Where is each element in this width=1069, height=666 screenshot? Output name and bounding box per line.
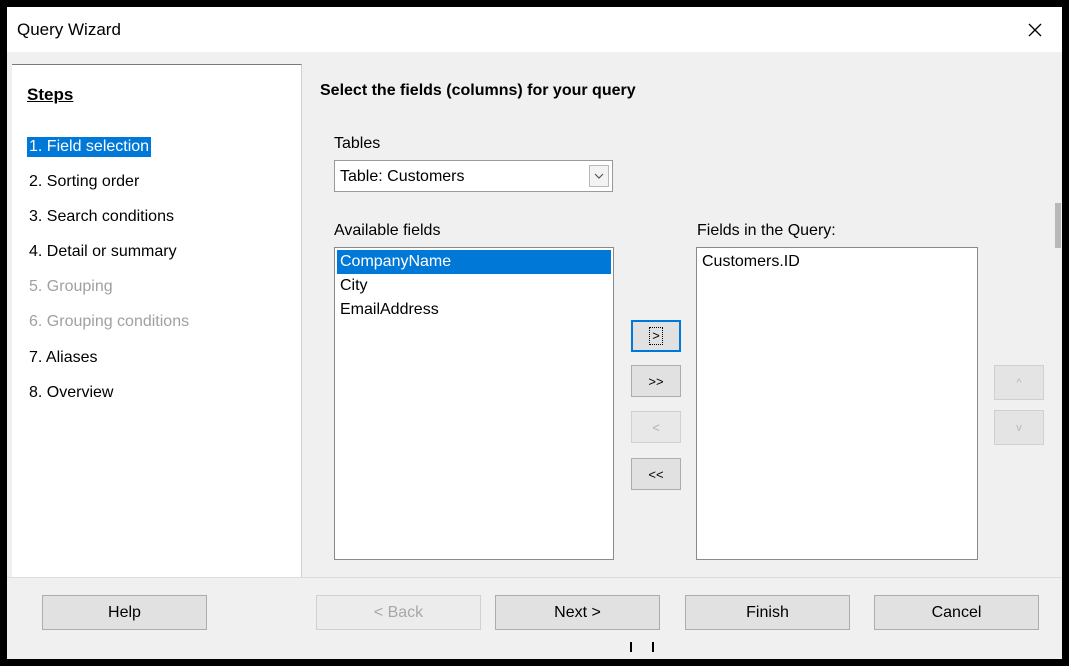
finish-button[interactable]: Finish [685, 595, 850, 630]
add-all-fields-button[interactable]: >> [631, 365, 681, 397]
tables-select-value: Table: Customers [340, 168, 465, 185]
chevron-down-icon[interactable] [589, 165, 609, 187]
query-fields-label: Fields in the Query: [697, 222, 836, 239]
chevron-down-icon: v [1016, 421, 1022, 434]
move-up-button[interactable]: ^ [994, 365, 1044, 400]
steps-title: Steps [27, 85, 74, 104]
available-fields-list[interactable]: CompanyName City EmailAddress [334, 247, 614, 560]
window-title: Query Wizard [17, 20, 121, 39]
step-overview[interactable]: 8. Overview [27, 383, 115, 403]
step-detail-or-summary[interactable]: 4. Detail or summary [27, 242, 179, 262]
list-item[interactable]: City [335, 274, 613, 298]
add-field-button[interactable]: > [631, 320, 681, 352]
add-field-label: > [649, 327, 663, 345]
query-fields-list[interactable]: Customers.ID [696, 247, 978, 560]
move-down-button[interactable]: v [994, 410, 1044, 445]
wizard-content: Steps 1. Field selection 2. Sorting orde… [7, 52, 1062, 578]
step-grouping-conditions: 6. Grouping conditions [29, 313, 190, 330]
tables-label: Tables [334, 135, 381, 152]
button-bar: Help < Back Next > Finish Cancel [7, 577, 1062, 659]
divider [652, 642, 654, 652]
list-item[interactable]: CompanyName [337, 250, 611, 274]
step-aliases[interactable]: 7. Aliases [27, 348, 99, 368]
step-search-conditions[interactable]: 3. Search conditions [27, 207, 176, 227]
tables-select[interactable]: Table: Customers [334, 160, 613, 192]
step-field-selection[interactable]: 1. Field selection [27, 137, 152, 157]
chevron-up-icon: ^ [1016, 376, 1022, 389]
steps-panel: Steps 1. Field selection 2. Sorting orde… [12, 64, 302, 578]
help-button[interactable]: Help [42, 595, 207, 630]
list-item[interactable]: Customers.ID [697, 250, 977, 274]
close-icon[interactable] [1018, 13, 1052, 47]
step-sorting-order[interactable]: 2. Sorting order [27, 172, 141, 192]
step-grouping: 5. Grouping [29, 278, 113, 295]
remove-field-button[interactable]: < [631, 411, 681, 443]
divider [630, 642, 632, 652]
remove-all-fields-button[interactable]: << [631, 458, 681, 490]
available-fields-label: Available fields [334, 222, 441, 239]
list-item[interactable]: EmailAddress [335, 298, 613, 322]
title-bar: Query Wizard [7, 7, 1062, 52]
cancel-button[interactable]: Cancel [874, 595, 1039, 630]
back-button[interactable]: < Back [316, 595, 481, 630]
page-heading: Select the fields (columns) for your que… [320, 82, 636, 99]
query-wizard-dialog: Query Wizard Steps 1. Field selection 2.… [7, 7, 1062, 659]
next-button[interactable]: Next > [495, 595, 660, 630]
scrollbar-thumb[interactable] [1055, 203, 1061, 248]
